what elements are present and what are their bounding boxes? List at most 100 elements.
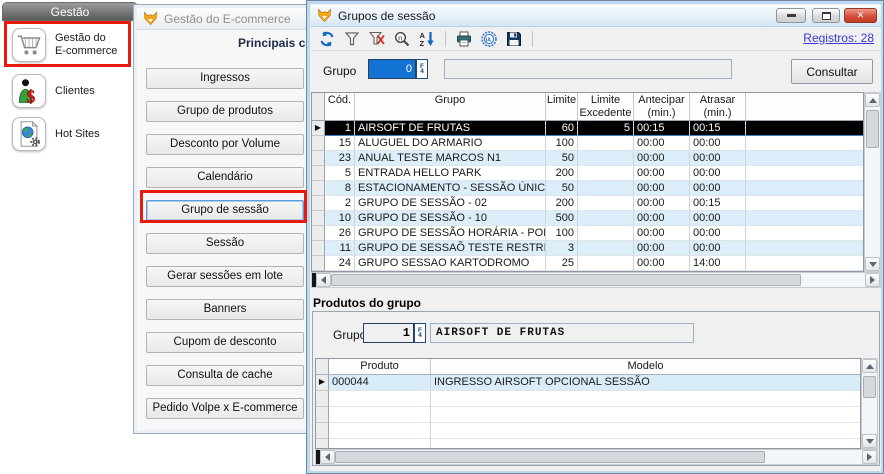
grid-cell: 00:00	[690, 226, 746, 241]
grid-cell: 00:00	[690, 181, 746, 196]
grid-cell: 200	[546, 166, 578, 181]
svg-text:$: $	[26, 86, 35, 105]
filter-icon[interactable]	[342, 29, 362, 49]
grid-cell: 00:00	[690, 136, 746, 151]
clear-filter-icon[interactable]	[367, 29, 387, 49]
grupo-name-input[interactable]	[444, 59, 732, 79]
session-grid-row[interactable]: ▶1AIRSOFT DE FRUTAS60500:1500:15	[312, 121, 863, 136]
scroll-thumb[interactable]	[331, 274, 801, 286]
grid-cell	[312, 226, 325, 241]
grid-cell	[746, 256, 863, 271]
session-grid-row[interactable]: 10GRUPO DE SESSÃO - 1050000:0000:00	[312, 211, 863, 226]
session-grid-hscrollbar[interactable]	[311, 272, 881, 288]
grid-cell	[312, 151, 325, 166]
ecommerce-button[interactable]: Ingressos	[146, 68, 304, 89]
consultar-button[interactable]: Consultar	[791, 59, 873, 84]
save-icon[interactable]	[504, 29, 524, 49]
produtos-grid-empty-row[interactable]	[316, 391, 860, 407]
scroll-up-arrow[interactable]	[862, 359, 877, 373]
grid-cell: 00:00	[634, 226, 690, 241]
produtos-lookup-button[interactable]: F4	[414, 323, 426, 343]
ecommerce-button[interactable]: Cupom de desconto	[146, 332, 304, 353]
scroll-right-arrow[interactable]	[865, 273, 880, 287]
grid-indicator-header	[316, 359, 329, 374]
scroll-left-arrow[interactable]	[320, 450, 335, 464]
session-grid-row[interactable]: 11GRUPO DE SESSAÕ TESTE RESTRIÇÃO300:000…	[312, 241, 863, 256]
produtos-grid-empty-row[interactable]	[316, 423, 860, 439]
ecommerce-button[interactable]: Desconto por Volume	[146, 134, 304, 155]
ecommerce-button[interactable]: Calendário	[146, 167, 304, 188]
scroll-right-arrow[interactable]	[862, 450, 877, 464]
scroll-thumb[interactable]	[866, 110, 879, 148]
print-icon[interactable]	[454, 29, 474, 49]
grid-cell: 00:15	[690, 196, 746, 211]
grid-cell: GRUPO SESSAO KARTODROMO	[355, 256, 546, 271]
grid-cell: ▶	[316, 375, 329, 391]
produtos-grid: Produto Modelo ▶000044INGRESSO AIRSOFT O…	[315, 358, 861, 449]
session-grid-row[interactable]: 2GRUPO DE SESSÃO - 0220000:0000:15	[312, 196, 863, 211]
session-grid-row[interactable]: 5ENTRADA HELLO PARK20000:0000:00	[312, 166, 863, 181]
ecommerce-button[interactable]: Grupo de sessão	[146, 200, 304, 221]
ecommerce-button[interactable]: Banners	[146, 299, 304, 320]
grid-cell: 60	[546, 121, 578, 136]
scroll-thumb[interactable]	[863, 376, 876, 398]
seal-ia-icon[interactable]: IA	[479, 29, 499, 49]
minimize-button[interactable]	[776, 8, 806, 23]
produtos-grupo-code-input[interactable]	[363, 323, 414, 343]
produtos-grid-empty-row[interactable]	[316, 407, 860, 423]
grid-cell	[746, 226, 863, 241]
scroll-down-arrow[interactable]	[865, 257, 880, 271]
svg-text:n: n	[398, 35, 402, 42]
produtos-grid-empty-row[interactable]	[316, 439, 860, 449]
svg-text:Z: Z	[420, 39, 425, 47]
grid-cell	[312, 136, 325, 151]
produtos-grid-row[interactable]: ▶000044INGRESSO AIRSOFT OPCIONAL SESSÃO	[316, 375, 860, 391]
grid-cell	[746, 211, 863, 226]
produtos-grid-vscrollbar[interactable]	[861, 358, 878, 449]
session-grid-row[interactable]: 15ALUGUEL DO ARMARIO10000:0000:00	[312, 136, 863, 151]
session-grid-row[interactable]: 24GRUPO SESSAO KARTODROMO2500:0014:00	[312, 256, 863, 271]
grid-cell	[431, 423, 860, 439]
ecommerce-button[interactable]: Gerar sessões em lote	[146, 266, 304, 287]
sort-icon[interactable]: A Z	[417, 29, 437, 49]
session-grid-row[interactable]: 26GRUPO DE SESSÃO HORÁRIA - PORTAL10000:…	[312, 226, 863, 241]
column-header-limite-excedente: Limite Excedente	[578, 93, 634, 120]
grid-cell: 00:00	[634, 136, 690, 151]
grid-cell	[312, 196, 325, 211]
minimize-icon	[787, 14, 796, 17]
produtos-grid-hscrollbar[interactable]	[315, 449, 878, 465]
scroll-up-arrow[interactable]	[865, 93, 880, 107]
ecommerce-button[interactable]: Pedido Volpe x E-commerce	[146, 398, 304, 419]
grid-cell	[312, 181, 325, 196]
grid-cell	[312, 211, 325, 226]
produtos-grupo-name-input[interactable]	[430, 323, 694, 343]
sidebar-item-hot-sites[interactable]: Hot Sites	[12, 117, 100, 151]
grid-cell: 8	[325, 181, 355, 196]
scroll-left-arrow[interactable]	[316, 273, 331, 287]
restore-button[interactable]	[812, 8, 840, 23]
restore-icon	[822, 12, 831, 20]
close-button[interactable]: ✕	[844, 8, 877, 23]
find-icon[interactable]: n	[392, 29, 412, 49]
grid-cell	[578, 136, 634, 151]
sidebar-item-label: Gestão do E-commerce	[55, 32, 117, 58]
grid-cell	[316, 423, 329, 439]
column-header-grupo: Grupo	[355, 93, 546, 120]
ecommerce-button[interactable]: Grupo de produtos	[146, 101, 304, 122]
scroll-down-arrow[interactable]	[862, 434, 877, 448]
grid-cell	[312, 256, 325, 271]
refresh-icon[interactable]	[317, 29, 337, 49]
session-grid-row[interactable]: 8ESTACIONAMENTO - SESSÃO ÚNICA5000:0000:…	[312, 181, 863, 196]
ecommerce-button[interactable]: Consulta de cache	[146, 365, 304, 386]
sidebar-item-gestao-ecommerce[interactable]: Gestão do E-commerce	[12, 28, 117, 62]
session-grid-vscrollbar[interactable]	[864, 92, 881, 272]
scroll-thumb[interactable]	[335, 451, 765, 463]
grupo-lookup-button[interactable]: F4	[416, 59, 428, 79]
produtos-grid-rows: ▶000044INGRESSO AIRSOFT OPCIONAL SESSÃO	[316, 375, 860, 449]
sidebar-item-clientes[interactable]: $ Clientes	[12, 74, 95, 108]
ecommerce-button[interactable]: Sessão	[146, 233, 304, 254]
registros-link[interactable]: Registros: 28	[803, 31, 874, 45]
grupo-code-input[interactable]	[368, 59, 416, 79]
produtos-grupo-label: Grupo	[333, 328, 366, 342]
session-grid-row[interactable]: 23ANUAL TESTE MARCOS N15000:0000:00	[312, 151, 863, 166]
